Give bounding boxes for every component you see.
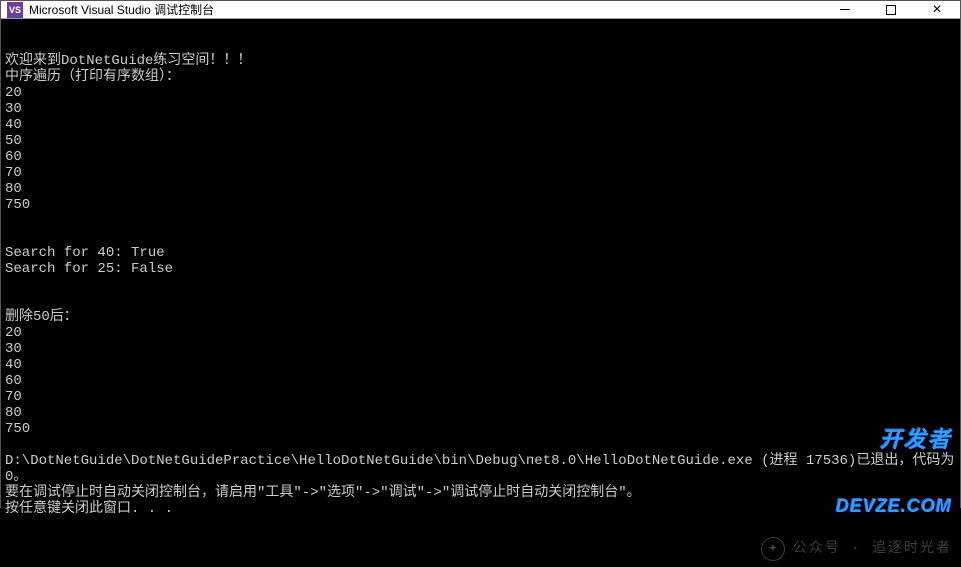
console-line: 40 [5,357,956,373]
console-line: 70 [5,389,956,405]
console-line: 40 [5,117,956,133]
console-line: 20 [5,85,956,101]
console-line: 30 [5,341,956,357]
console-line [5,229,956,245]
wechat-icon: ✦ [761,537,785,561]
console-line: 80 [5,405,956,421]
window-title: Microsoft Visual Studio 调试控制台 [29,1,822,18]
console-line [5,293,956,309]
watermark-text: 公众号 · 追逐时光者 [793,541,952,557]
window-controls: × [822,1,960,18]
console-line: D:\DotNetGuide\DotNetGuidePractice\Hello… [5,453,956,485]
console-line: 70 [5,165,956,181]
maximize-button[interactable] [868,1,914,18]
console-line: Search for 25: False [5,261,956,277]
console-line: 欢迎来到DotNetGuide练习空间！！！ [5,53,956,69]
console-line: 20 [5,325,956,341]
minimize-button[interactable] [822,1,868,18]
watermark: ✦ 公众号 · 追逐时光者 [761,537,952,561]
maximize-icon [886,5,896,15]
console-line: 按任意键关闭此窗口. . . [5,501,956,517]
console-line: 删除50后： [5,309,956,325]
console-line: 中序遍历（打印有序数组）： [5,69,956,85]
close-button[interactable]: × [914,1,960,18]
console-line: 30 [5,101,956,117]
titlebar[interactable]: VS Microsoft Visual Studio 调试控制台 × [1,1,960,19]
minimize-icon [840,9,850,10]
console-output[interactable]: 欢迎来到DotNetGuide练习空间！！！中序遍历（打印有序数组）：20304… [1,19,960,567]
app-window: VS Microsoft Visual Studio 调试控制台 × 欢迎来到D… [0,0,961,508]
console-line: 80 [5,181,956,197]
console-line [5,437,956,453]
console-line: 60 [5,149,956,165]
console-line: Search for 40: True [5,245,956,261]
console-line: 750 [5,421,956,437]
console-line: 50 [5,133,956,149]
console-line: 750 [5,197,956,213]
console-line [5,277,956,293]
close-icon: × [932,2,941,18]
console-line [5,213,956,229]
vs-icon: VS [7,2,23,18]
console-line: 60 [5,373,956,389]
console-line: 要在调试停止时自动关闭控制台，请启用"工具"->"选项"->"调试"->"调试停… [5,485,956,501]
